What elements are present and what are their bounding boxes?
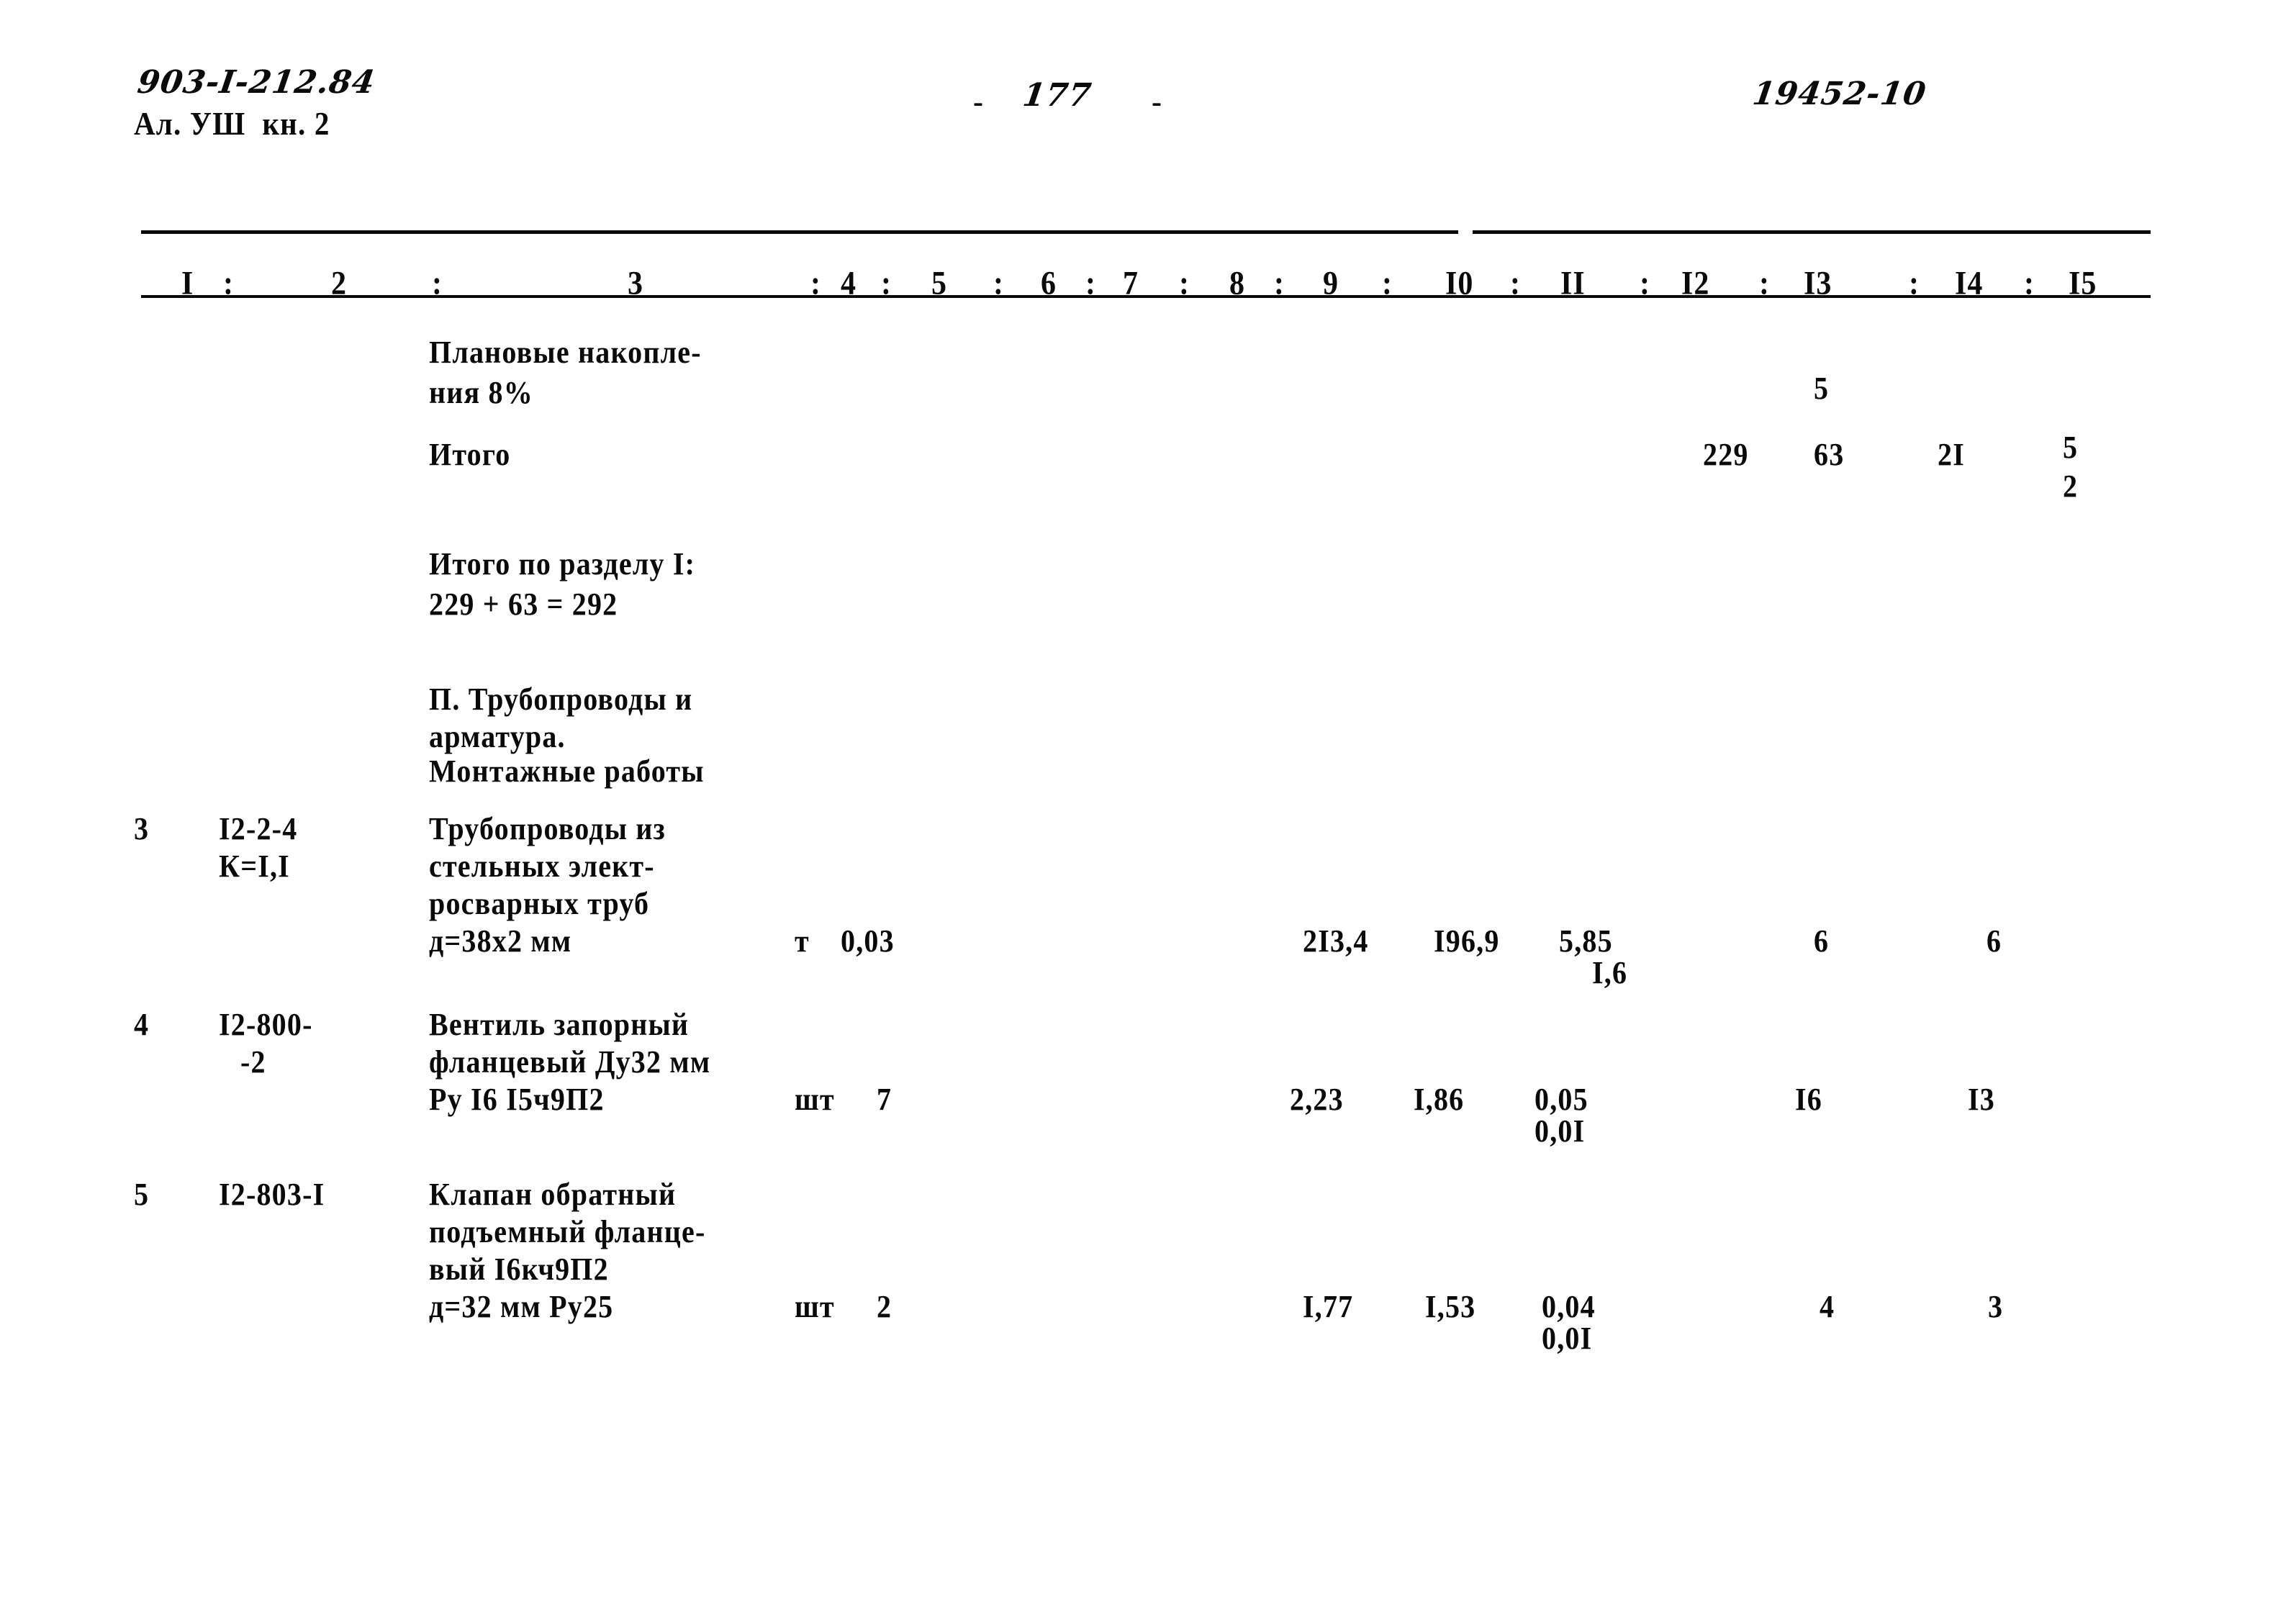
table-col-header-11: II: [1560, 266, 1586, 302]
page-number-dash-right: -: [1152, 86, 1162, 119]
item-5-desc-line-1: Клапан обратный: [429, 1175, 677, 1213]
item-5-quantity: 2: [877, 1288, 892, 1325]
item-5-number: 5: [134, 1175, 150, 1213]
row-planovye-nakopleniya-col13: 5: [1814, 369, 1830, 407]
table-col-header-15: I5: [2069, 266, 2097, 302]
item-3-desc-line-3: росварных труб: [429, 885, 650, 922]
table-top-rule-right: [1473, 230, 2151, 234]
table-col-header-4: 4: [841, 266, 857, 302]
album-code: 903-I-212.84: [135, 64, 378, 101]
table-col-header-5: 5: [931, 266, 947, 302]
table-col-sep-14: :: [2024, 266, 2035, 302]
table-col-sep-2: :: [432, 266, 443, 302]
item-3-desc-line-1: Трубопроводы из: [429, 810, 666, 847]
section-heading-line-3: Монтажные работы: [429, 752, 705, 790]
table-col-sep-4: :: [881, 266, 892, 302]
page-number: 177: [1020, 77, 1094, 114]
item-3-desc-line-4: д=38х2 мм: [429, 922, 572, 959]
item-5-col10-top: 0,04: [1542, 1288, 1596, 1325]
table-col-header-2: 2: [331, 266, 347, 302]
item-5-col12: 4: [1820, 1288, 1835, 1325]
item-3-col8: 2I3,4: [1303, 922, 1369, 959]
table-col-sep-1: :: [223, 266, 234, 302]
item-4-desc-line-1: Вентиль запорный: [429, 1005, 690, 1043]
item-5-desc-line-2: подъемный фланце-: [429, 1213, 706, 1250]
item-5-desc-line-3: вый I6кч9П2: [429, 1250, 609, 1288]
item-5-desc-line-4: д=32 мм Ру25: [429, 1288, 614, 1325]
item-5-col10-bottom: 0,0I: [1542, 1319, 1593, 1357]
item-4-col8: 2,23: [1290, 1080, 1344, 1118]
item-4-desc-line-3: Ру I6 I5ч9П2: [429, 1080, 605, 1118]
item-5-col9: I,53: [1425, 1288, 1476, 1325]
item-5-col8: I,77: [1303, 1288, 1354, 1325]
table-col-sep-10: :: [1510, 266, 1521, 302]
item-5-code-line-1: I2-803-I: [219, 1175, 325, 1213]
table-col-sep-9: :: [1382, 266, 1393, 302]
table-col-header-7: 7: [1123, 266, 1139, 302]
section-heading-line-2: арматура.: [429, 718, 566, 755]
item-3-number: 3: [134, 810, 150, 847]
item-3-col12: 6: [1814, 922, 1830, 959]
page-number-dash-left: -: [973, 86, 983, 119]
item-5-col13: 3: [1988, 1288, 2004, 1325]
item-3-unit: т: [795, 922, 810, 959]
item-4-unit: шт: [795, 1080, 835, 1118]
item-3-desc-line-2: стельных элект-: [429, 847, 655, 885]
row-itogo-desc: Итого: [429, 435, 511, 473]
album-subtitle: Ал. УШ кн. 2: [134, 104, 330, 142]
table-col-header-14: I4: [1955, 266, 1984, 302]
table-col-header-6: 6: [1041, 266, 1057, 302]
row-itogo-po-razdelu-line-1: Итого по разделу I:: [429, 545, 696, 582]
item-3-col10-top: 5,85: [1559, 922, 1613, 959]
item-3-code-line-2: К=I,I: [219, 847, 290, 885]
item-3-col13: 6: [1987, 922, 2002, 959]
row-planovye-nakopleniya-desc-line-1: Плановые накопле-: [429, 333, 702, 371]
document-page: 903-I-212.84 Ал. УШ кн. 2 - 177 - 19452-…: [0, 0, 2296, 1615]
item-4-col12: I6: [1795, 1080, 1822, 1118]
table-col-sep-7: :: [1179, 266, 1190, 302]
item-4-col9: I,86: [1414, 1080, 1465, 1118]
row-itogo-col15-bottom: 2: [2063, 467, 2079, 505]
item-4-code-line-2: -2: [240, 1043, 266, 1080]
table-col-sep-11: :: [1640, 266, 1650, 302]
table-col-header-9: 9: [1323, 266, 1339, 302]
item-5-unit: шт: [795, 1288, 835, 1325]
row-itogo-col14: 2I: [1938, 435, 1965, 473]
item-4-col13: I3: [1968, 1080, 1995, 1118]
row-planovye-nakopleniya-desc-line-2: ния 8%: [429, 374, 533, 411]
item-3-col9: I96,9: [1434, 922, 1500, 959]
table-col-header-1: I: [181, 266, 194, 302]
table-col-header-10: I0: [1445, 266, 1474, 302]
row-itogo-col12: 229: [1703, 435, 1749, 473]
table-col-sep-6: :: [1085, 266, 1096, 302]
row-itogo-col15-top: 5: [2063, 428, 2079, 466]
table-col-sep-13: :: [1909, 266, 1920, 302]
item-3-col10-bottom: I,6: [1592, 954, 1628, 991]
table-col-header-13: I3: [1804, 266, 1832, 302]
item-4-number: 4: [134, 1005, 150, 1043]
item-4-desc-line-2: фланцевый Ду32 мм: [429, 1043, 711, 1080]
table-col-sep-5: :: [993, 266, 1004, 302]
table-col-sep-12: :: [1759, 266, 1770, 302]
row-itogo-po-razdelu-line-2: 229 + 63 = 292: [429, 585, 618, 623]
item-4-col10-top: 0,05: [1535, 1080, 1588, 1118]
table-col-sep-3: :: [810, 266, 821, 302]
table-col-sep-8: :: [1274, 266, 1285, 302]
row-itogo-col13: 63: [1814, 435, 1845, 473]
item-3-quantity: 0,03: [841, 922, 895, 959]
table-col-header-8: 8: [1229, 266, 1245, 302]
document-number: 19452-10: [1750, 76, 1929, 112]
item-3-code-line-1: I2-2-4: [219, 810, 298, 847]
table-col-header-3: 3: [628, 266, 643, 302]
table-top-rule-left: [141, 230, 1458, 234]
table-col-header-12: I2: [1681, 266, 1710, 302]
section-heading-line-1: П. Трубопроводы и: [429, 680, 693, 718]
item-4-quantity: 7: [877, 1080, 892, 1118]
item-4-col10-bottom: 0,0I: [1535, 1112, 1586, 1149]
item-4-code-line-1: I2-800-: [219, 1005, 313, 1043]
